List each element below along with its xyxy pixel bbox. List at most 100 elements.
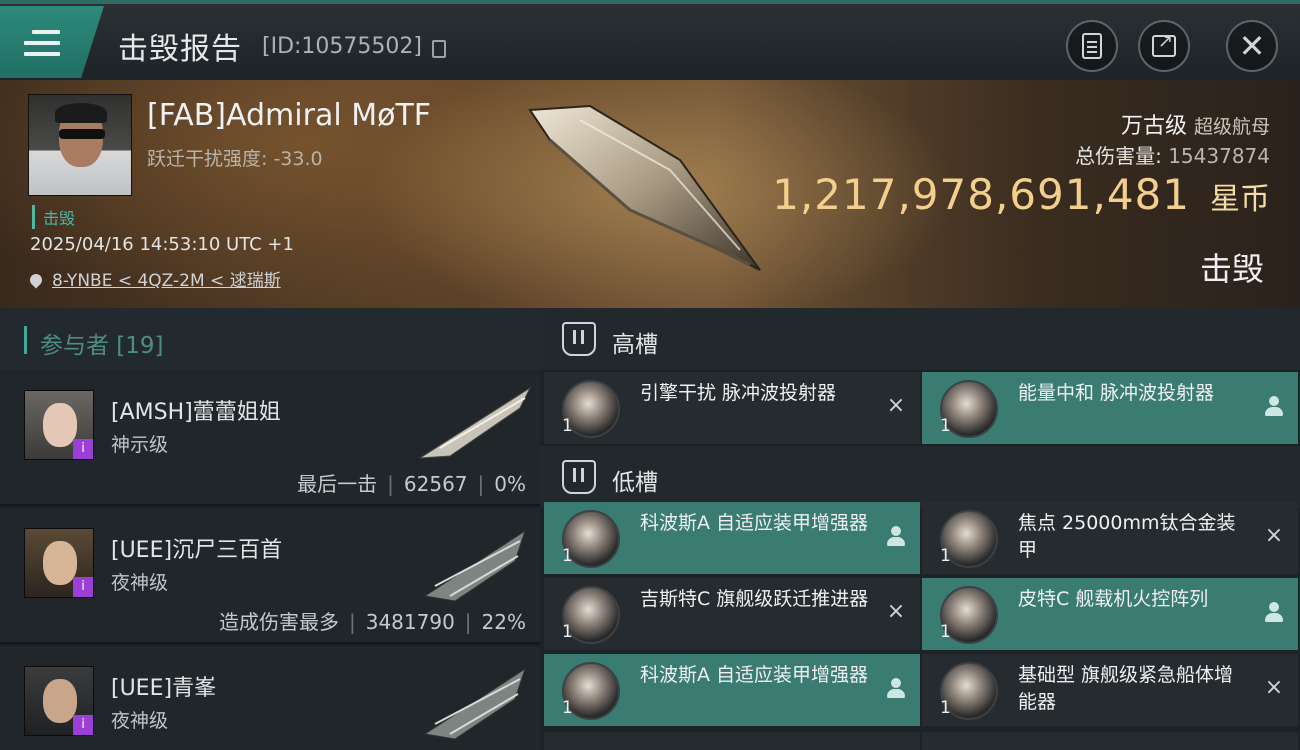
page-title: 击毁报告 [118,32,242,67]
module-item[interactable]: 1 科波斯A 自适应装甲增强器 [544,502,920,574]
destroyed-icon: × [886,393,906,418]
module-name: 焦点 25000mm钛合金装甲 [1018,512,1236,561]
destroyed-icon: × [886,599,906,624]
low-slot-icon [562,460,596,494]
participant-ship: 夜神级 [111,572,169,594]
dropped-person-icon [1264,600,1284,624]
module-item[interactable]: 1 焦点 25000mm钛合金装甲 × [922,502,1298,574]
module-qty: 1 [562,622,573,642]
result-label: 击毁 [1199,250,1264,288]
participant-tag: 造成伤害最多 [218,610,339,634]
participant-percent: 22% [481,610,526,634]
participant-row[interactable]: i [AMSH]蕾蕾姐姐 神示级 最后一击 | 62567 | 0% [0,370,540,506]
kill-location[interactable]: 8-YNBE < 4QZ-2M < 逑瑞斯 [27,266,281,291]
location-link[interactable]: 8-YNBE < 4QZ-2M < 逑瑞斯 [52,271,281,291]
participant-stats: 造成伤害最多 | 3481790 | 22% [218,610,526,634]
participant-damage: 3481790 [365,610,455,634]
module-item[interactable]: 1 基础型 旗舰级紧急船体增能器 × [922,654,1298,726]
participant-ship-image [419,386,532,459]
destroyed-icon: × [1264,523,1284,548]
participants-panel: 参与者 [19] i [AMSH]蕾蕾姐姐 神示级 最后一击 | 62567 | 0% … [0,308,540,750]
participant-avatar[interactable]: i [24,390,94,460]
destroyed-icon: × [1264,675,1284,700]
menu-button[interactable] [0,6,104,78]
warp-strength: 跃迁干扰强度: -33.0 [147,148,323,170]
participant-ship-image [423,667,526,740]
module-qty: 1 [562,546,573,566]
low-slot-header: 低槽 [540,446,1300,508]
high-slot-label: 高槽 [612,332,658,358]
participant-ship: 夜神级 [111,710,169,732]
share-icon [1152,31,1176,57]
participant-tag: 最后一击 [297,472,378,496]
report-button[interactable] [1066,20,1118,72]
module-qty: 1 [940,546,951,566]
victim-name[interactable]: [FAB]Admiral MøTF [147,98,431,133]
module-item-partial[interactable] [544,732,920,750]
damage-value: 15437874 [1168,144,1270,168]
victim-ship-image [528,104,761,271]
isk-number: 1,217,978,691,481 [772,170,1190,219]
module-item[interactable]: 1 能量中和 脉冲波投射器 [922,372,1298,444]
participant-name: [AMSH]蕾蕾姐姐 [111,400,281,425]
location-pin-icon [27,271,45,289]
report-icon [1082,33,1102,59]
dropped-person-icon [1264,394,1284,418]
module-item[interactable]: 1 吉斯特C 旗舰级跃迁推进器 × [544,578,920,650]
kill-tag: 击毁 [32,205,75,229]
participant-percent: 0% [494,472,526,496]
participant-damage: 62567 [403,472,468,496]
module-qty: 1 [940,622,951,642]
participant-stats: 最后一击 | 62567 | 0% [297,472,526,496]
module-name: 科波斯A 自适应装甲增强器 [640,512,869,534]
participant-row[interactable]: i [UEE]沉尸三百首 夜神级 造成伤害最多 | 3481790 | 22% [0,508,540,644]
participants-title: 参与者 [19] [40,333,164,359]
victim-panel: [FAB]Admiral MøTF 跃迁干扰强度: -33.0 击毁 2025/… [0,80,1300,308]
low-slot-label: 低槽 [612,470,658,496]
participant-avatar[interactable]: i [24,528,94,598]
module-qty: 1 [562,416,573,436]
module-name: 引擎干扰 脉冲波投射器 [640,382,837,404]
share-button[interactable] [1138,20,1190,72]
module-item[interactable]: 1 皮特C 舰载机火控阵列 [922,578,1298,650]
module-name: 皮特C 舰载机火控阵列 [1018,588,1209,610]
dropped-person-icon [886,676,906,700]
module-qty: 1 [562,698,573,718]
damage-label: 总伤害量: [1075,144,1162,168]
faction-badge-icon: i [73,577,93,597]
victim-avatar[interactable] [28,94,132,196]
module-item[interactable]: 1 科波斯A 自适应装甲增强器 [544,654,920,726]
participant-row[interactable]: i [UEE]青峯 夜神级 [0,646,540,750]
ship-type: 超级航母 [1193,116,1270,138]
module-name: 基础型 旗舰级紧急船体增能器 [1018,664,1234,713]
participant-name: [UEE]青峯 [111,676,217,701]
ship-class[interactable]: 万古级 超级航母 [1121,108,1270,140]
isk-unit: 星币 [1210,182,1270,217]
total-damage: 总伤害量: 15437874 [1075,140,1270,169]
participant-ship-image [423,529,526,602]
participants-header[interactable]: 参与者 [19] [0,308,540,370]
module-qty: 1 [940,416,951,436]
dropped-person-icon [886,524,906,548]
high-slot-header: 高槽 [540,308,1300,370]
isk-value: 1,217,978,691,481 星币 [772,170,1270,219]
module-qty: 1 [940,698,951,718]
participant-name: [UEE]沉尸三百首 [111,538,283,563]
menu-icon [24,30,60,58]
ship-name[interactable]: 万古级 [1121,114,1187,139]
module-name: 科波斯A 自适应装甲增强器 [640,664,869,686]
faction-badge-icon: i [73,439,93,459]
faction-badge-icon: i [73,715,93,735]
module-item-partial[interactable] [922,732,1298,750]
module-name: 能量中和 脉冲波投射器 [1018,382,1215,404]
copy-icon[interactable] [432,40,446,58]
kill-timestamp: 2025/04/16 14:53:10 UTC +1 [30,234,294,255]
close-button[interactable]: ✕ [1226,20,1278,72]
close-icon: ✕ [1238,27,1266,65]
participant-ship: 神示级 [111,434,169,456]
participant-avatar[interactable]: i [24,666,94,736]
module-name: 吉斯特C 旗舰级跃迁推进器 [640,588,869,610]
report-id: [ID:10575502] [262,34,422,59]
high-slot-icon [562,322,596,356]
module-item[interactable]: 1 引擎干扰 脉冲波投射器 × [544,372,920,444]
